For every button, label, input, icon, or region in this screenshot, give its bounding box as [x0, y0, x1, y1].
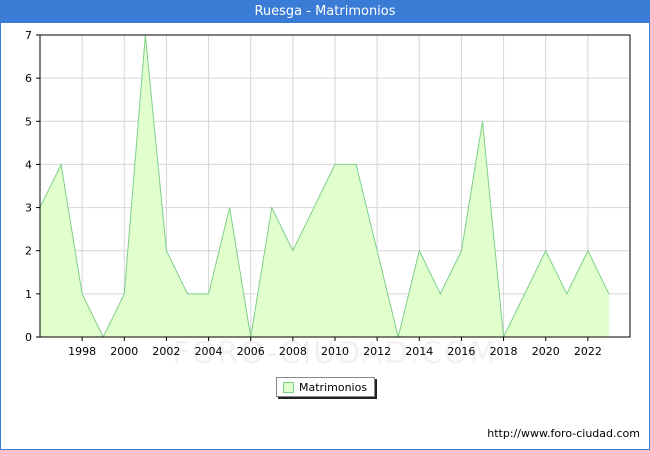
y-tick-label: 6 [25, 72, 32, 85]
data-point [312, 206, 315, 209]
data-point [523, 292, 526, 295]
y-tick-label: 4 [25, 158, 32, 171]
data-point [291, 249, 294, 252]
x-tick-label: 2014 [405, 345, 433, 358]
x-tick-label: 2000 [110, 345, 138, 358]
x-tick-label: 2016 [447, 345, 475, 358]
y-tick-label: 5 [25, 115, 32, 128]
data-point [586, 249, 589, 252]
x-tick-label: 2006 [237, 345, 265, 358]
data-point [460, 249, 463, 252]
x-tick-label: 2012 [363, 345, 391, 358]
legend-swatch [283, 381, 294, 393]
x-tick-label: 2020 [532, 345, 560, 358]
x-tick-label: 2008 [279, 345, 307, 358]
source-credit: http://www.foro-ciudad.com [487, 427, 640, 440]
data-point [60, 163, 63, 166]
data-point [607, 292, 610, 295]
data-point [355, 163, 358, 166]
data-point [544, 249, 547, 252]
y-tick-label: 2 [25, 245, 32, 258]
y-tick-label: 0 [25, 331, 32, 344]
y-tick-label: 7 [25, 29, 32, 42]
legend-label: Matrimonios [299, 380, 368, 394]
data-point [207, 292, 210, 295]
y-tick-label: 3 [25, 202, 32, 215]
data-point [439, 292, 442, 295]
data-point [270, 206, 273, 209]
data-point [376, 249, 379, 252]
x-tick-label: 2022 [574, 345, 602, 358]
data-point [186, 292, 189, 295]
legend: Matrimonios [276, 377, 375, 397]
data-point [81, 292, 84, 295]
x-tick-label: 2004 [195, 345, 223, 358]
data-point [228, 206, 231, 209]
data-point [334, 163, 337, 166]
x-tick-label: 2018 [490, 345, 518, 358]
data-point [481, 120, 484, 123]
x-tick-label: 2010 [321, 345, 349, 358]
x-tick-label: 2002 [152, 345, 180, 358]
y-tick-label: 1 [25, 288, 32, 301]
data-point [165, 249, 168, 252]
x-tick-label: 1998 [68, 345, 96, 358]
data-point [565, 292, 568, 295]
data-point [418, 249, 421, 252]
data-point [123, 292, 126, 295]
